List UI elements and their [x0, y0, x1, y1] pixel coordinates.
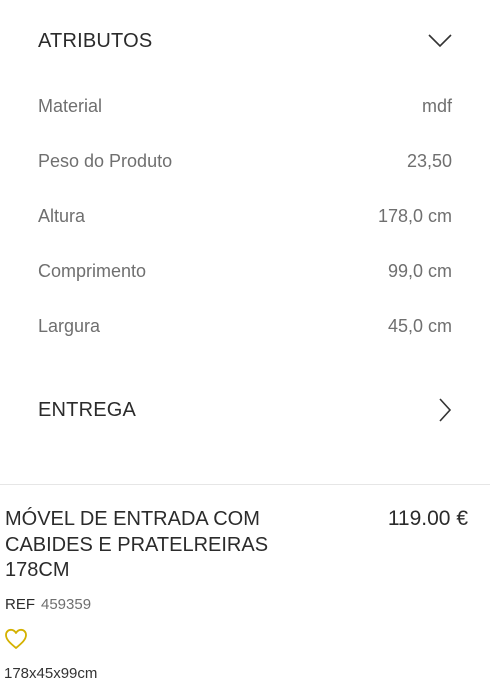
attribute-value: 45,0 cm — [387, 316, 452, 336]
attribute-value: 178,0 cm — [377, 206, 452, 226]
product-reference: REF 459359 — [5, 596, 91, 613]
attribute-row-width: Largura 45,0 cm — [38, 316, 452, 337]
attribute-value: mdf — [421, 96, 452, 116]
attribute-label: Peso do Produto — [38, 151, 173, 171]
chevron-down-icon[interactable] — [428, 34, 452, 48]
attributes-section-header[interactable]: ATRIBUTOS — [38, 28, 452, 54]
attribute-value: 23,50 — [406, 151, 452, 171]
attribute-row-material: Material mdf — [38, 96, 452, 117]
ref-label: REF — [5, 596, 35, 613]
section-divider — [0, 484, 490, 485]
attribute-row-weight: Peso do Produto 23,50 — [38, 151, 452, 172]
attribute-row-length: Comprimento 99,0 cm — [38, 261, 452, 282]
attribute-label: Largura — [38, 316, 101, 336]
attribute-row-height: Altura 178,0 cm — [38, 206, 452, 227]
product-price: 119.00 € — [387, 507, 468, 530]
attribute-label: Comprimento — [38, 261, 147, 281]
delivery-title: ENTREGA — [38, 398, 137, 421]
heart-outline-icon[interactable] — [4, 628, 28, 650]
attribute-label: Material — [38, 96, 103, 116]
attribute-value: 99,0 cm — [387, 261, 452, 281]
attribute-label: Altura — [38, 206, 86, 226]
product-name: MÓVEL DE ENTRADA COM CABIDES E PRATELREI… — [5, 508, 269, 581]
delivery-section-header[interactable]: ENTREGA — [38, 396, 452, 424]
chevron-right-icon[interactable] — [438, 398, 452, 422]
ref-value: 459359 — [41, 596, 92, 613]
product-dimensions: 178x45x99cm — [4, 665, 98, 682]
attributes-title: ATRIBUTOS — [38, 29, 153, 52]
